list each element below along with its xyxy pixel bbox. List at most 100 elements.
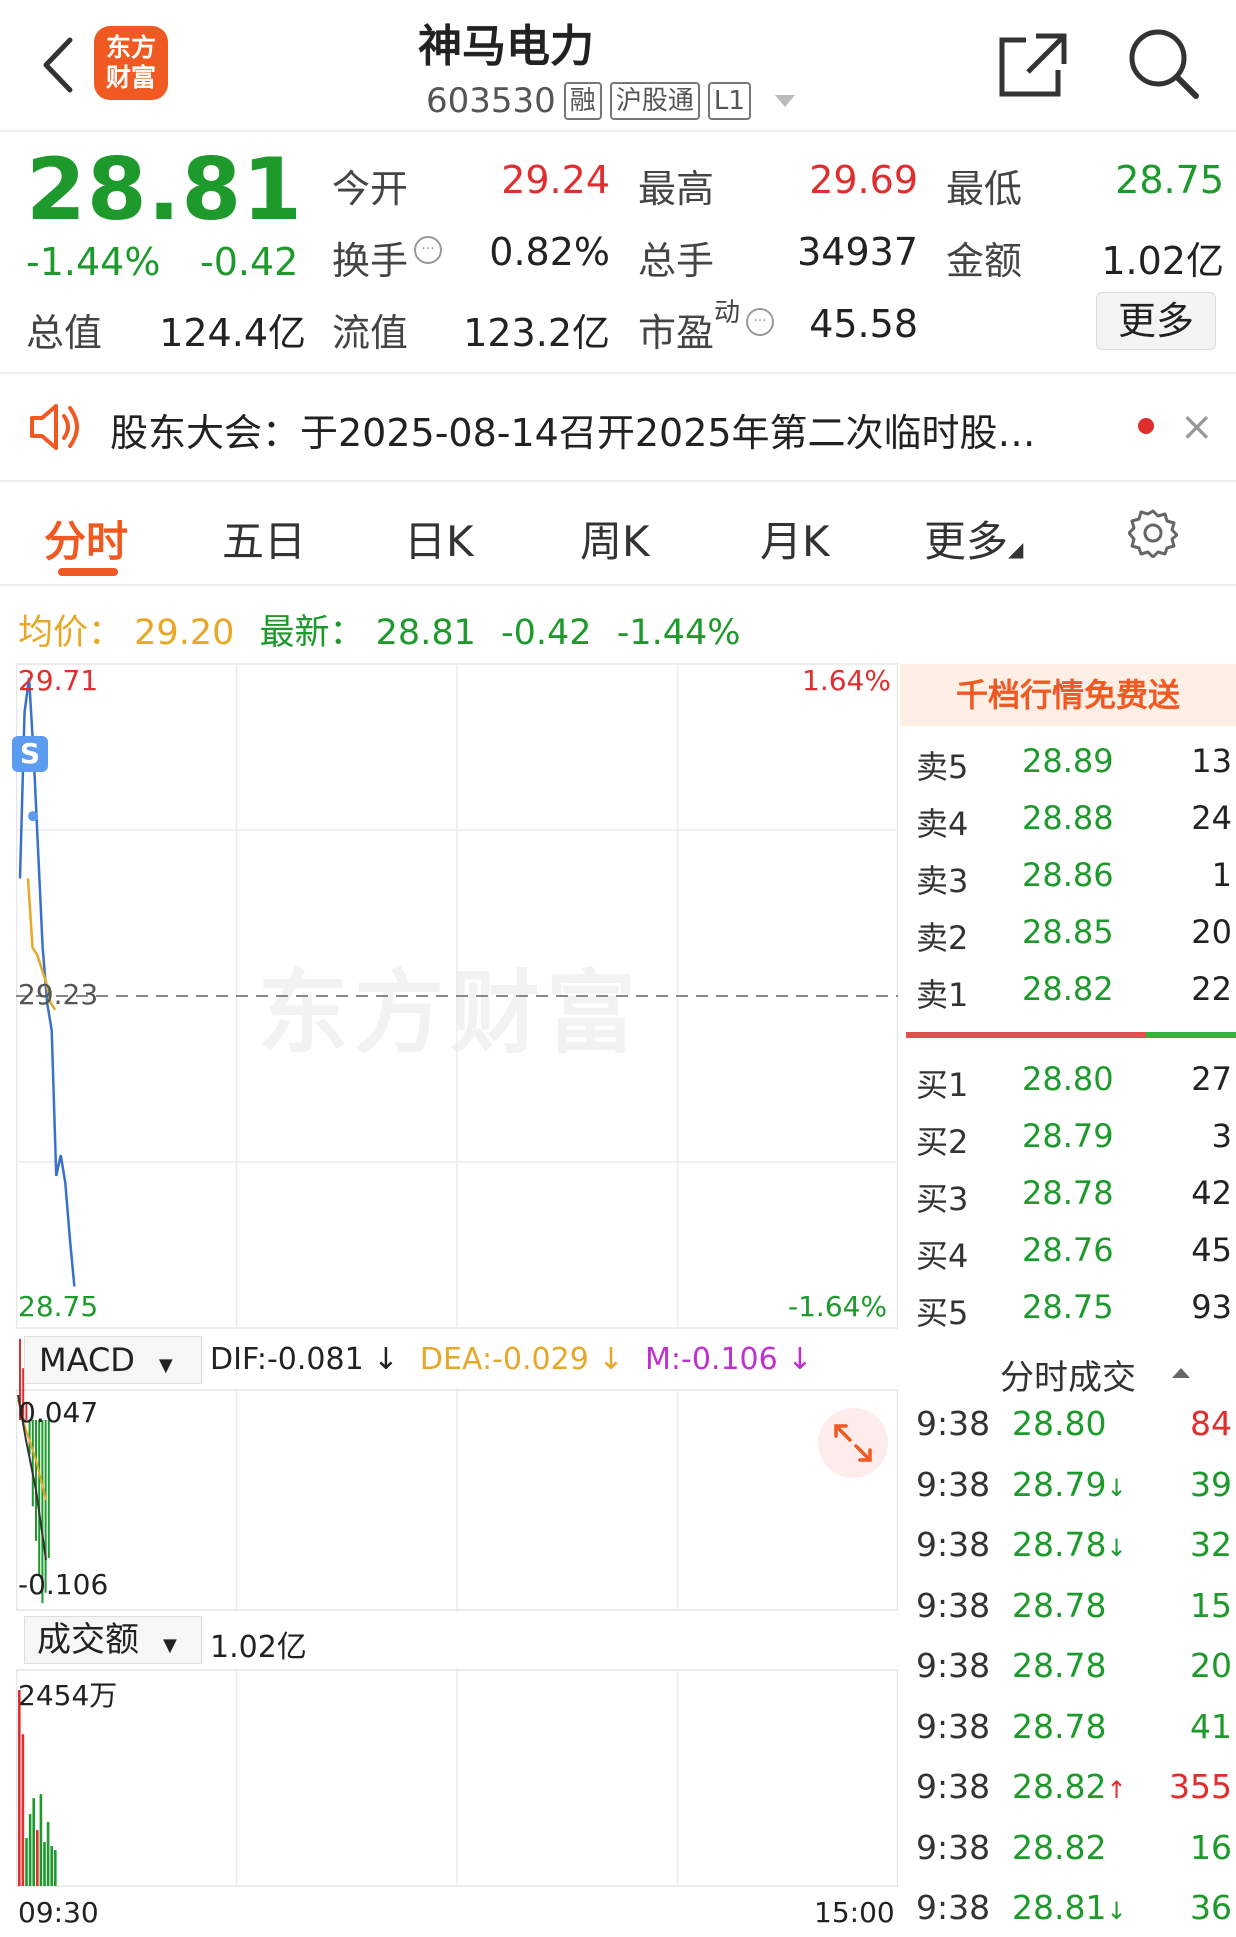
bid-row[interactable]: 买2 28.79 3	[916, 1117, 1232, 1173]
volume-bar	[50, 1846, 53, 1886]
trade-price: 28.78	[1012, 1706, 1107, 1746]
tag-connect: 沪股通	[609, 82, 700, 120]
macd-m: M:-0.106	[645, 1342, 778, 1377]
high-label: 最高	[638, 167, 715, 211]
volume-indicator-select[interactable]: 成交额 ▼	[24, 1616, 202, 1664]
trades-title[interactable]: 分时成交	[1000, 1350, 1136, 1399]
pe-label-text: 市盈	[638, 311, 715, 355]
volume-bar	[28, 1814, 32, 1886]
trade-volume: 84	[1190, 1404, 1232, 1443]
ask-row[interactable]: 卖2 28.85 20	[916, 913, 1232, 969]
tab-daily-k[interactable]: 日K	[404, 508, 474, 569]
ask-row[interactable]: 卖5 28.89 13	[916, 742, 1232, 798]
bid-row[interactable]: 买3 28.78 42	[916, 1174, 1232, 1230]
open-value: 29.24	[501, 158, 610, 202]
volume-axis-max: 2454万	[18, 1679, 118, 1712]
trade-volume: 16	[1190, 1827, 1232, 1867]
back-arrow-icon[interactable]	[34, 30, 84, 100]
change-amount: -0.42	[200, 240, 299, 284]
x-axis-end: 15:00	[814, 1896, 895, 1929]
s-badge[interactable]: S	[12, 736, 48, 772]
notice-text[interactable]: 股东大会：于2025-08-14召开2025年第二次临时股…	[110, 402, 1100, 457]
volume-bar	[18, 1690, 21, 1886]
bid-level-label: 买5	[916, 1294, 969, 1332]
ask-volume: 24	[1191, 799, 1232, 837]
trade-price: 28.80	[1012, 1404, 1107, 1443]
bid-price: 28.76	[1022, 1231, 1114, 1269]
promo-banner[interactable]: 千档行情免费送	[900, 664, 1236, 726]
volume-bar	[43, 1842, 46, 1886]
bid-volume: 27	[1191, 1060, 1232, 1098]
tab-intraday[interactable]: 分时	[44, 508, 128, 569]
high-value: 29.69	[809, 158, 918, 202]
y-axis-low: 28.75	[18, 1290, 99, 1323]
trade-row: 9:38 28.82↑ 355	[916, 1767, 1232, 1827]
tab-more[interactable]: 更多◢	[924, 508, 1023, 569]
trade-time: 9:38	[916, 1464, 991, 1504]
expand-icon[interactable]	[818, 1408, 888, 1478]
app-logo: 东方 财富	[94, 26, 168, 100]
trade-row: 9:38 28.80 84	[916, 1404, 1232, 1464]
intraday-chart[interactable]	[16, 660, 898, 1916]
tab-weekly-k[interactable]: 周K	[580, 508, 650, 569]
bid-row[interactable]: 买5 28.75 93	[916, 1288, 1232, 1344]
bid-row[interactable]: 买1 28.80 27	[916, 1060, 1232, 1116]
trade-row: 9:38 28.78 41	[916, 1707, 1232, 1767]
chevron-down-icon[interactable]	[774, 95, 795, 107]
trade-volume: 20	[1190, 1646, 1232, 1685]
turnover-label[interactable]: 换手 ···	[332, 230, 443, 285]
trade-time: 9:38	[916, 1706, 991, 1746]
ask-level-label: 卖2	[916, 919, 969, 957]
caret-up-icon[interactable]	[1172, 1368, 1190, 1378]
macd-values: DIF:-0.081 ↓ DEA:-0.029 ↓ M:-0.106 ↓	[210, 1342, 812, 1377]
ask-level-label: 卖1	[916, 976, 969, 1014]
ask-level-label: 卖5	[916, 748, 969, 786]
close-icon[interactable]: ×	[1180, 404, 1214, 450]
info-icon[interactable]: ···	[746, 308, 775, 336]
trade-price: 28.81↓	[1012, 1888, 1127, 1927]
bid-level-label: 买2	[916, 1123, 969, 1161]
ask-volume: 22	[1191, 970, 1232, 1008]
latest-label: 最新：	[259, 613, 365, 653]
low-value: 28.75	[1115, 158, 1224, 202]
top-bar: 东方 财富 神马电力 603530 融 沪股通 L1	[0, 0, 1236, 132]
trade-volume: 32	[1190, 1525, 1232, 1564]
trade-time: 9:38	[916, 1585, 991, 1625]
search-icon[interactable]	[1126, 26, 1200, 100]
trade-row: 9:38 28.78 20	[916, 1646, 1232, 1706]
current-price: 28.81	[26, 140, 304, 240]
bid-level-label: 买1	[916, 1066, 969, 1104]
avg-price-value: 29.20	[134, 613, 235, 653]
trade-time: 9:38	[916, 1827, 991, 1867]
trade-volume: 41	[1190, 1706, 1232, 1746]
bid-volume: 3	[1211, 1117, 1232, 1155]
stock-code-row[interactable]: 603530 融 沪股通 L1	[426, 78, 795, 124]
trade-row: 9:38 28.79↓ 39	[916, 1465, 1232, 1525]
bid-row[interactable]: 买4 28.76 45	[916, 1231, 1232, 1287]
bid-price: 28.80	[1022, 1060, 1114, 1098]
more-button[interactable]: 更多	[1096, 292, 1216, 350]
tag-margin: 融	[563, 82, 602, 120]
arrow-down-icon: ↓	[1106, 1534, 1127, 1562]
float-value: 123.2亿	[463, 311, 610, 355]
pe-value: 45.58	[809, 302, 918, 346]
trade-price: 28.78	[1012, 1585, 1107, 1625]
volume-value: 34937	[797, 230, 918, 274]
ask-price: 28.89	[1022, 742, 1114, 780]
tab-monthly-k[interactable]: 月K	[760, 508, 830, 569]
trade-row: 9:38 28.82 16	[916, 1828, 1232, 1888]
bid-price: 28.75	[1022, 1288, 1114, 1326]
indicator-select[interactable]: MACD ▼	[24, 1336, 202, 1384]
tab-five-day[interactable]: 五日	[222, 508, 306, 569]
amount-value: 1.02亿	[1101, 239, 1224, 283]
ask-row[interactable]: 卖4 28.88 24	[916, 799, 1232, 855]
volume-total: 1.02亿	[210, 1630, 307, 1665]
info-icon[interactable]: ···	[414, 236, 443, 264]
ask-row[interactable]: 卖1 28.82 22	[916, 970, 1232, 1026]
trade-time: 9:38	[916, 1646, 991, 1685]
share-icon[interactable]	[996, 30, 1070, 100]
trade-price: 28.82↑	[1012, 1767, 1127, 1806]
ask-row[interactable]: 卖3 28.86 1	[916, 856, 1232, 912]
pe-label[interactable]: 市盈动 ···	[638, 298, 775, 357]
gear-icon[interactable]	[1128, 508, 1178, 558]
